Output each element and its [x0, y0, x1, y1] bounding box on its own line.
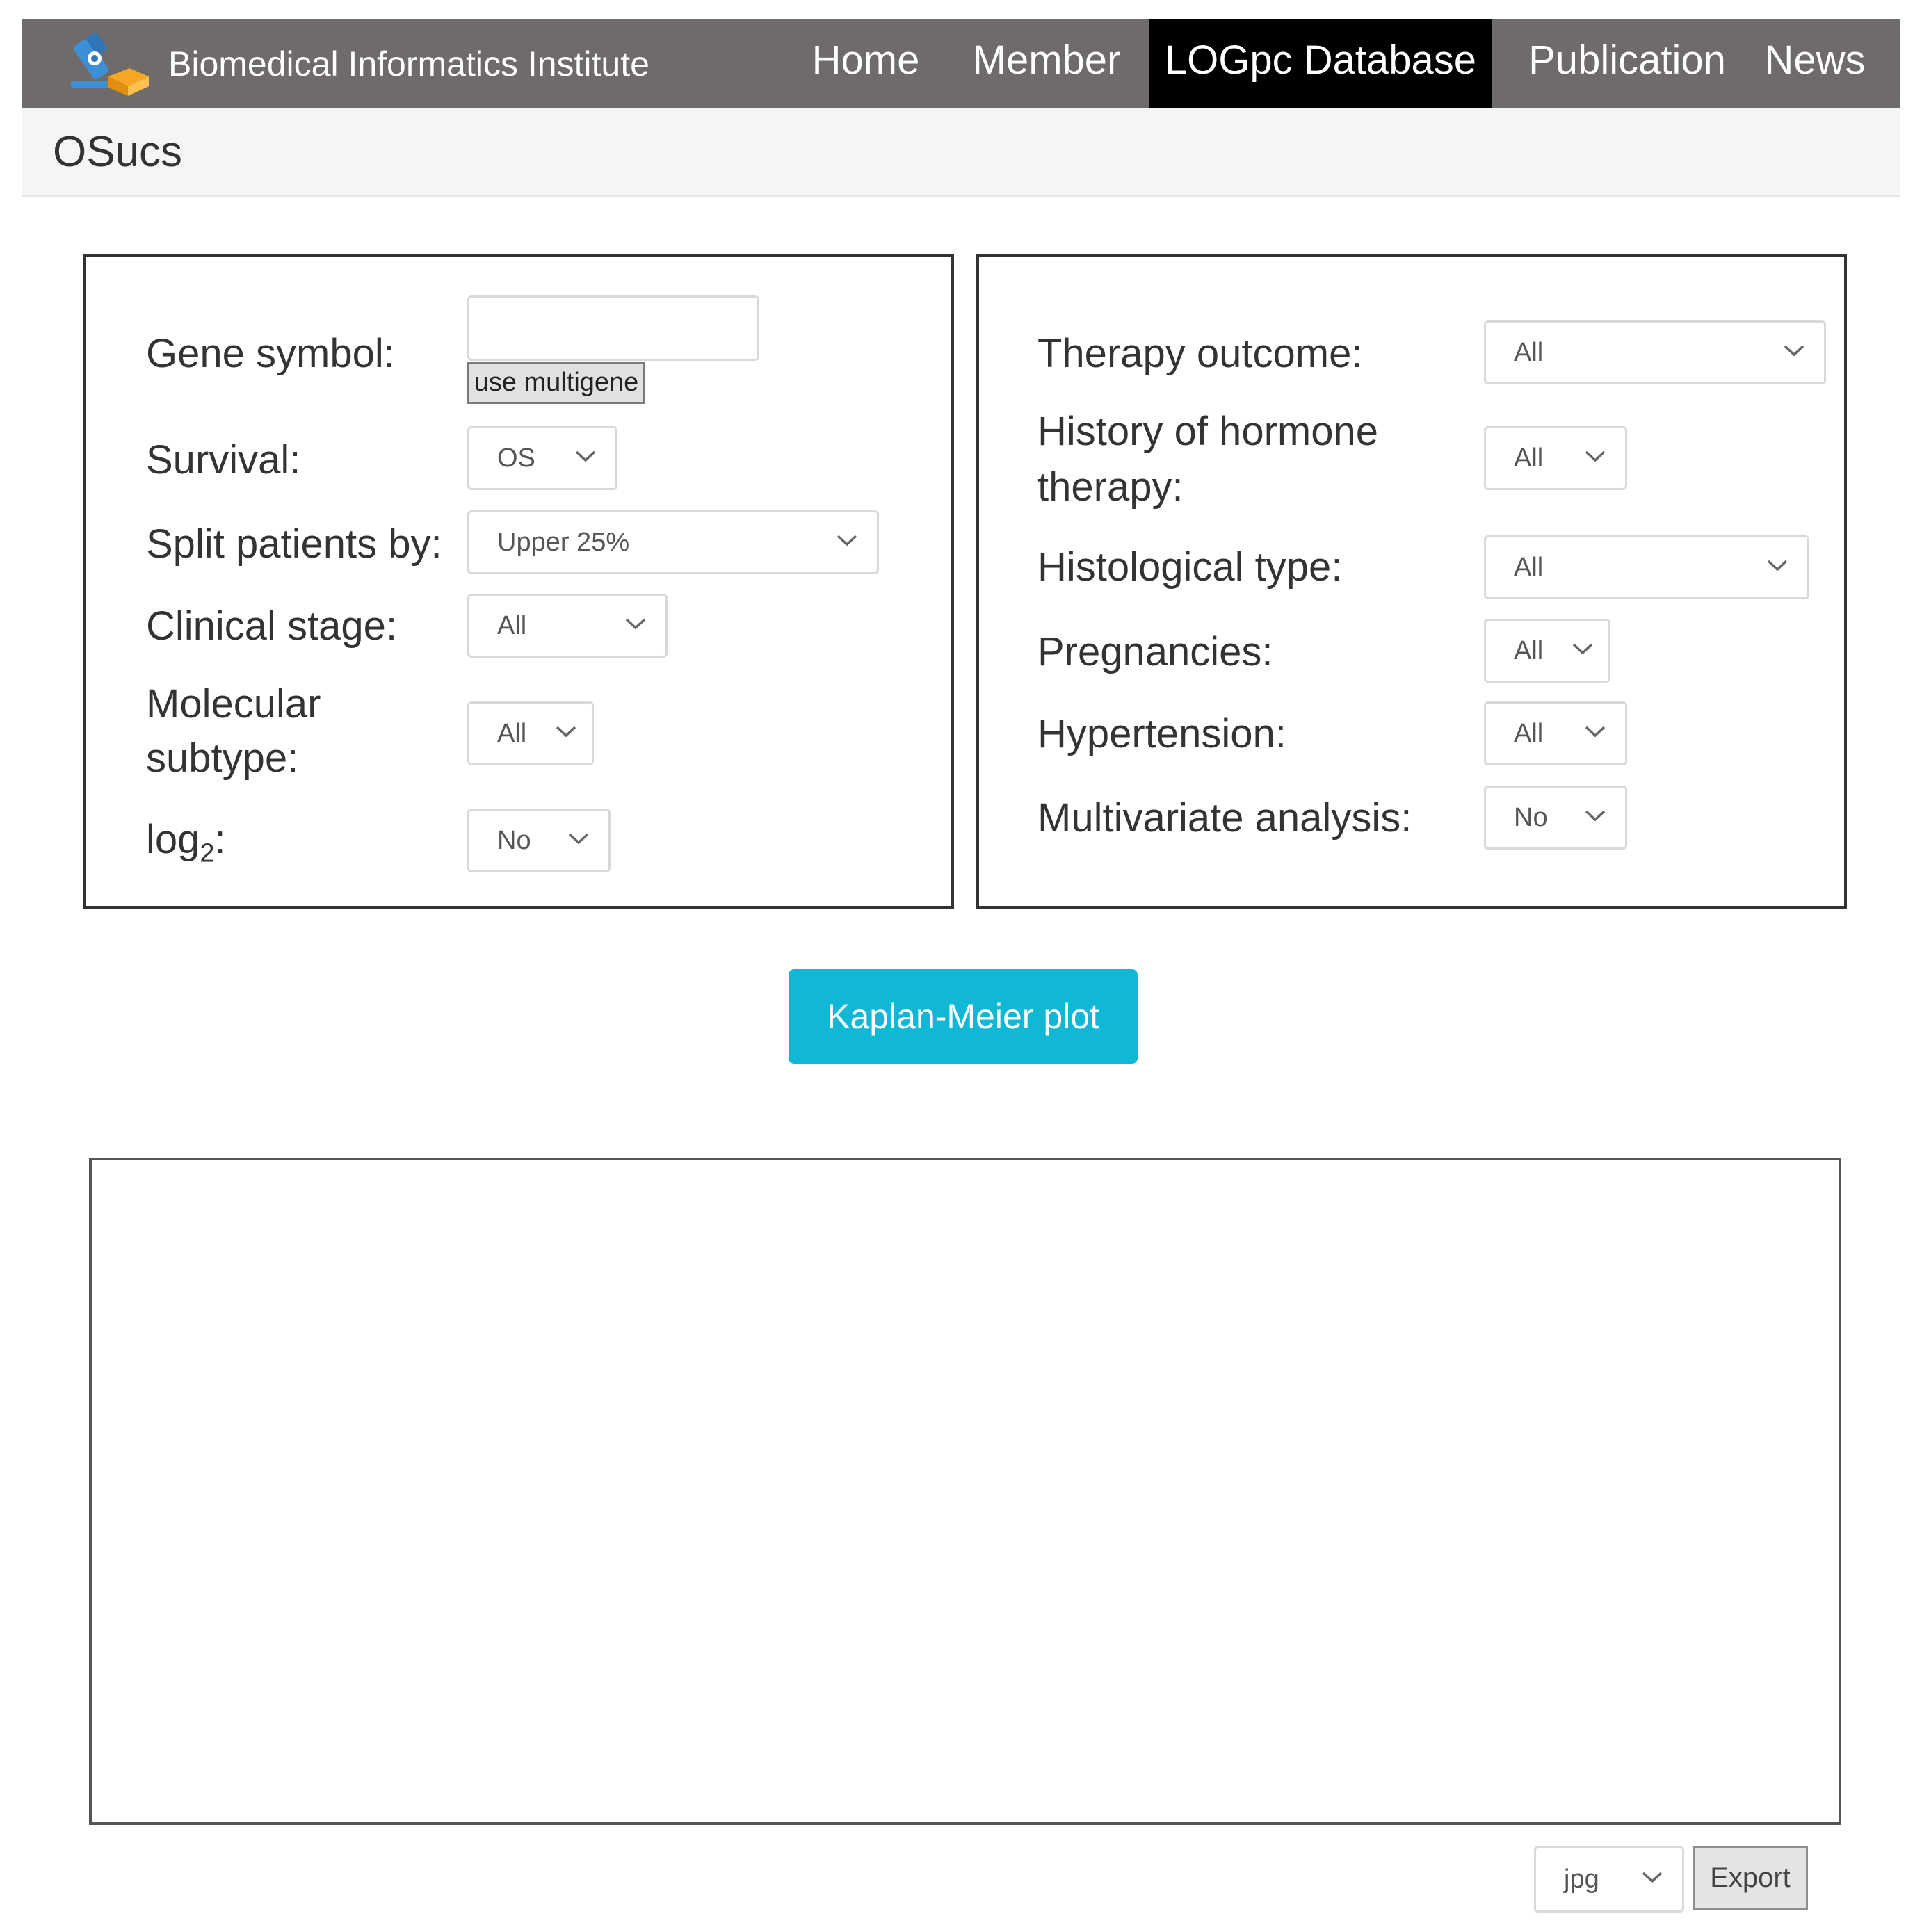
left-options-panel: Gene symbol: use multigene Survival: OS … — [83, 254, 954, 909]
log2-select[interactable]: No — [467, 809, 611, 872]
therapy-outcome-label: Therapy outcome: — [1037, 331, 1363, 376]
chevron-down-icon — [1642, 1872, 1663, 1883]
hormone-therapy-select[interactable]: All — [1484, 426, 1627, 490]
therapy-outcome-select[interactable]: All — [1484, 320, 1826, 384]
microscope-logo-icon — [71, 33, 149, 96]
export-format-select[interactable]: jpg — [1534, 1846, 1684, 1913]
export-format-value: jpg — [1564, 1864, 1599, 1894]
molecular-subtype-select[interactable]: All — [467, 701, 594, 765]
molecular-subtype-value: All — [497, 718, 527, 748]
use-multigene-button[interactable]: use multigene — [467, 362, 645, 404]
chevron-down-icon — [1585, 450, 1606, 462]
pregnancies-value: All — [1514, 635, 1544, 665]
gene-symbol-input[interactable] — [467, 295, 759, 361]
log2-label-subscript: 2 — [200, 838, 215, 868]
page-title: OSucs — [53, 128, 183, 176]
nav-member[interactable]: Member — [968, 19, 1125, 108]
right-options-panel: Therapy outcome: All History of hormone … — [976, 254, 1847, 909]
molecular-subtype-label-line2: subtype: — [146, 736, 299, 781]
hypertension-label: Hypertension: — [1037, 711, 1286, 756]
export-button[interactable]: Export — [1693, 1846, 1808, 1910]
gene-symbol-label: Gene symbol: — [146, 331, 395, 376]
nav-publication[interactable]: Publication — [1523, 19, 1731, 108]
histological-type-select[interactable]: All — [1484, 535, 1809, 599]
nav-news[interactable]: News — [1759, 19, 1871, 108]
multivariate-analysis-value: No — [1514, 802, 1548, 832]
survival-select[interactable]: OS — [467, 426, 617, 490]
page-header: OSucs — [22, 108, 1900, 197]
survival-label: Survival: — [146, 437, 301, 482]
chevron-down-icon — [1585, 726, 1606, 738]
multivariate-analysis-label: Multivariate analysis: — [1037, 795, 1412, 841]
nav-home[interactable]: Home — [805, 19, 926, 108]
therapy-outcome-value: All — [1514, 337, 1544, 367]
chevron-down-icon — [1784, 345, 1804, 357]
hypertension-value: All — [1514, 718, 1544, 748]
chevron-down-icon — [568, 833, 589, 845]
split-patients-select[interactable]: Upper 25% — [467, 510, 879, 574]
chevron-down-icon — [625, 618, 646, 630]
plot-output-area — [89, 1158, 1841, 1825]
nav-logpc-database[interactable]: LOGpc Database — [1149, 19, 1492, 108]
clinical-stage-select[interactable]: All — [467, 594, 668, 658]
split-patients-label: Split patients by: — [146, 521, 442, 567]
chevron-down-icon — [556, 726, 576, 738]
brand-name[interactable]: Biomedical Informatics Institute — [168, 19, 649, 108]
kaplan-meier-plot-button[interactable]: Kaplan-Meier plot — [789, 969, 1138, 1064]
chevron-down-icon — [575, 450, 596, 462]
histological-type-value: All — [1514, 552, 1544, 582]
chevron-down-icon — [1585, 810, 1606, 822]
hormone-therapy-label-line2: therapy: — [1037, 464, 1184, 510]
log2-label: log2: — [146, 813, 226, 881]
log2-label-main: log — [146, 817, 200, 862]
histological-type-label: Histological type: — [1037, 544, 1343, 590]
multivariate-analysis-select[interactable]: No — [1484, 786, 1627, 850]
hypertension-select[interactable]: All — [1484, 701, 1627, 765]
pregnancies-label: Pregnancies: — [1037, 629, 1273, 674]
clinical-stage-value: All — [497, 610, 527, 640]
survival-value: OS — [497, 443, 535, 473]
clinical-stage-label: Clinical stage: — [146, 603, 398, 649]
pregnancies-select[interactable]: All — [1484, 619, 1610, 683]
chevron-down-icon — [837, 535, 857, 546]
top-navbar: Biomedical Informatics Institute Home Me… — [22, 19, 1900, 108]
split-patients-value: Upper 25% — [497, 527, 630, 557]
log2-label-colon: : — [214, 817, 226, 862]
log2-value: No — [497, 825, 531, 855]
molecular-subtype-label-line1: Molecular — [146, 681, 321, 726]
chevron-down-icon — [1767, 560, 1788, 571]
hormone-therapy-label-line1: History of hormone — [1037, 409, 1378, 454]
hormone-therapy-value: All — [1514, 443, 1544, 473]
chevron-down-icon — [1572, 643, 1593, 655]
